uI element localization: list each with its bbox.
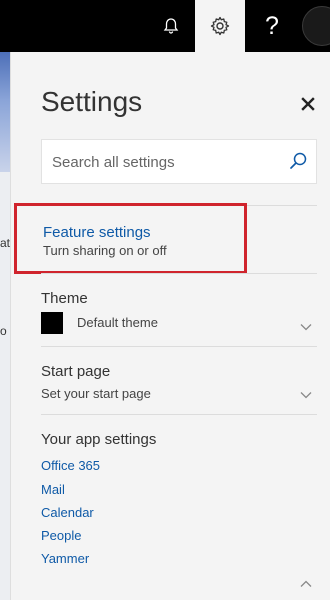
notifications-button[interactable] <box>146 0 196 52</box>
link-mail[interactable]: Mail <box>41 482 65 497</box>
settings-button[interactable] <box>195 0 245 52</box>
divider <box>41 414 317 415</box>
feature-settings-subtitle: Turn sharing on or off <box>43 243 167 258</box>
chevron-down-icon[interactable] <box>300 391 312 399</box>
background-text: o <box>0 324 7 338</box>
start-page-title: Start page <box>41 363 111 380</box>
chevron-up-icon[interactable] <box>300 580 312 588</box>
search-icon[interactable] <box>288 151 308 171</box>
background-text: at <box>0 236 11 250</box>
start-page-subtitle[interactable]: Set your start page <box>41 386 151 401</box>
settings-panel: Settings Feature settings Turn sharing o… <box>10 52 330 600</box>
chevron-down-icon[interactable] <box>300 323 312 331</box>
bell-icon <box>163 18 179 34</box>
theme-value[interactable]: Default theme <box>77 315 158 330</box>
link-office-365[interactable]: Office 365 <box>41 458 100 473</box>
help-button[interactable]: ? <box>247 0 297 52</box>
link-calendar[interactable]: Calendar <box>41 505 94 520</box>
avatar[interactable] <box>302 6 330 46</box>
help-icon: ? <box>265 11 279 40</box>
search-input[interactable] <box>52 151 282 173</box>
background-page: at o <box>0 52 10 600</box>
link-people[interactable]: People <box>41 528 81 543</box>
theme-title: Theme <box>41 290 88 307</box>
app-settings-title: Your app settings <box>41 431 157 448</box>
divider <box>41 273 317 274</box>
close-icon[interactable] <box>300 96 316 112</box>
background-image <box>0 52 10 172</box>
theme-swatch[interactable] <box>41 312 63 334</box>
link-yammer[interactable]: Yammer <box>41 551 89 566</box>
feature-settings-title: Feature settings <box>43 224 151 241</box>
search-box <box>41 139 317 184</box>
divider <box>41 346 317 347</box>
gear-icon <box>210 16 230 36</box>
panel-title: Settings <box>41 86 143 117</box>
feature-settings-item[interactable]: Feature settings Turn sharing on or off <box>14 203 247 274</box>
top-bar: ? <box>0 0 330 52</box>
